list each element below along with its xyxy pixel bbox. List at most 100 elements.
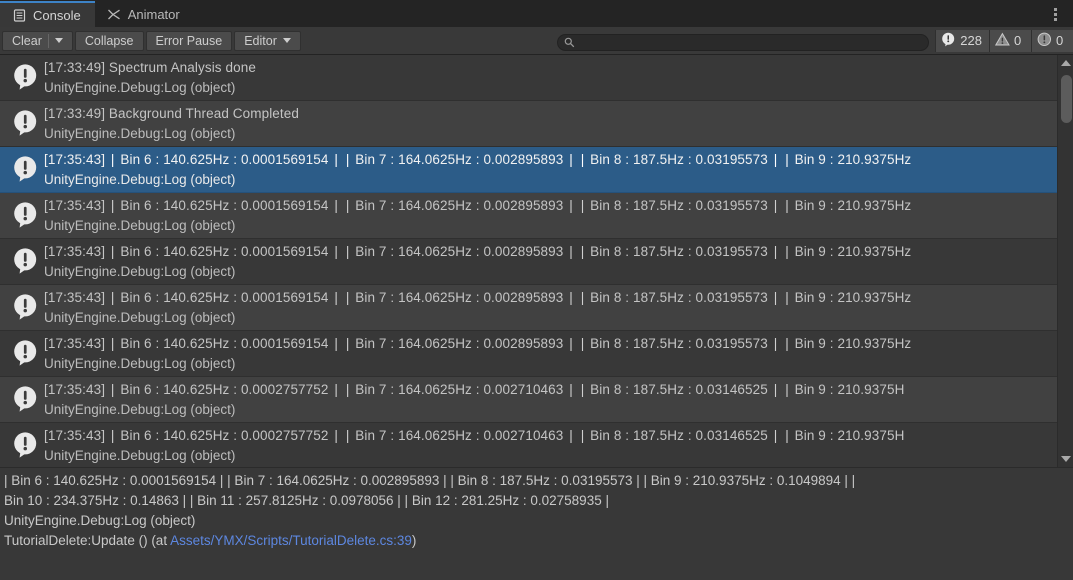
segment-divider: |: [569, 428, 577, 443]
log-row-segment: Bin 7 : 164.0625Hz : 0.002895893: [351, 198, 568, 213]
editor-dropdown-label: Editor: [244, 33, 277, 48]
log-row-stack: UnityEngine.Debug:Log (object): [44, 356, 236, 371]
segment-divider: |: [110, 290, 115, 305]
log-row-segment: Bin 9 : 210.9375Hz: [790, 244, 912, 259]
log-row-segment: Bin 7 : 164.0625Hz : 0.002895893: [351, 336, 568, 351]
clear-button-label: Clear: [12, 33, 42, 48]
segment-divider: |: [569, 336, 577, 351]
log-row-message: [17:35:43] | Bin 6 : 140.625Hz : 0.00015…: [44, 196, 1057, 216]
log-row-timestamp: [17:35:43]: [44, 428, 109, 443]
segment-divider: |: [334, 290, 342, 305]
log-detail-panel[interactable]: | Bin 6 : 140.625Hz : 0.0001569154 | | B…: [0, 467, 1073, 580]
log-row-stack: UnityEngine.Debug:Log (object): [44, 218, 236, 233]
segment-divider: |: [334, 198, 342, 213]
log-row[interactable]: [17:35:43] | Bin 6 : 140.625Hz : 0.00015…: [0, 239, 1057, 285]
log-row[interactable]: [17:35:43] | Bin 6 : 140.625Hz : 0.00027…: [0, 377, 1057, 423]
log-row-stack: UnityEngine.Debug:Log (object): [44, 310, 236, 325]
segment-divider: |: [785, 244, 789, 259]
warning-count-badge[interactable]: 0: [989, 29, 1031, 52]
chevron-down-icon[interactable]: [282, 38, 291, 43]
detail-source-line: TutorialDelete:Update () (at Assets/YMX/…: [4, 531, 1067, 551]
segment-divider: |: [569, 198, 577, 213]
segment-divider: |: [110, 244, 115, 259]
log-row-text: Spectrum Analysis done: [108, 60, 256, 75]
segment-divider: |: [334, 244, 342, 259]
log-bubble-icon: [12, 339, 40, 367]
error-count-badge[interactable]: 0: [1031, 29, 1073, 52]
log-row-segment: Bin 9 : 210.9375Hz: [790, 198, 912, 213]
collapse-button[interactable]: Collapse: [74, 30, 144, 51]
log-row-segment: Bin 7 : 164.0625Hz : 0.002895893: [351, 152, 568, 167]
tab-animator[interactable]: Animator: [95, 1, 194, 27]
log-list-area: [17:33:49] Spectrum Analysis done UnityEn…: [0, 55, 1073, 467]
log-row-stack: UnityEngine.Debug:Log (object): [44, 126, 236, 141]
error-count-value: 0: [1056, 33, 1064, 48]
scroll-up-arrow-icon[interactable]: [1058, 56, 1073, 70]
log-row[interactable]: [17:35:43] | Bin 6 : 140.625Hz : 0.00015…: [0, 193, 1057, 239]
log-row-message: [17:35:43] | Bin 6 : 140.625Hz : 0.00015…: [44, 334, 1057, 354]
log-row-message: [17:35:43] | Bin 6 : 140.625Hz : 0.00027…: [44, 426, 1057, 446]
log-row-segment: Bin 9 : 210.9375H: [790, 382, 905, 397]
detail-source-link[interactable]: Assets/YMX/Scripts/TutorialDelete.cs:39: [170, 533, 412, 548]
log-list-scrollbar[interactable]: [1057, 55, 1073, 467]
scrollbar-thumb[interactable]: [1061, 75, 1072, 123]
segment-divider: |: [773, 382, 782, 397]
log-list[interactable]: [17:33:49] Spectrum Analysis done UnityEn…: [0, 55, 1057, 467]
tab-console[interactable]: Console: [0, 1, 95, 27]
clear-button[interactable]: Clear: [2, 30, 73, 51]
log-row[interactable]: [17:33:49] Background Thread Completed Un…: [0, 101, 1057, 147]
vertical-ellipsis-icon[interactable]: [1047, 4, 1063, 24]
segment-divider: |: [110, 336, 115, 351]
error-circle-icon: [1037, 32, 1052, 50]
segment-divider: |: [773, 336, 782, 351]
log-row-segment: Bin 8 : 187.5Hz : 0.03146525: [586, 428, 772, 443]
log-row[interactable]: [17:33:49] Spectrum Analysis done UnityEn…: [0, 55, 1057, 101]
segment-divider: |: [785, 198, 789, 213]
log-row-segment: Bin 8 : 187.5Hz : 0.03195573: [586, 336, 772, 351]
log-row-segment: Bin 8 : 187.5Hz : 0.03195573: [586, 152, 772, 167]
animator-icon: [107, 7, 121, 21]
log-row-segment: Bin 8 : 187.5Hz : 0.03195573: [586, 198, 772, 213]
log-row-segment: Bin 9 : 210.9375Hz: [790, 290, 912, 305]
log-count-badge[interactable]: 228: [935, 29, 989, 52]
error-pause-button-label: Error Pause: [155, 33, 223, 48]
chevron-down-icon[interactable]: [54, 38, 63, 43]
log-row-stack: UnityEngine.Debug:Log (object): [44, 448, 236, 463]
detail-line-2: Bin 10 : 234.375Hz : 0.14863 | | Bin 11 …: [4, 493, 609, 508]
log-row-segment: Bin 6 : 140.625Hz : 0.0001569154: [116, 290, 333, 305]
log-row[interactable]: [17:35:43] | Bin 6 : 140.625Hz : 0.00015…: [0, 331, 1057, 377]
log-row-text: Background Thread Completed: [108, 106, 299, 121]
log-row-message: [17:33:49] Background Thread Completed: [44, 104, 1057, 124]
segment-divider: |: [773, 152, 782, 167]
segment-divider: |: [773, 428, 782, 443]
log-row-segment: Bin 8 : 187.5Hz : 0.03146525: [586, 382, 772, 397]
segment-divider: |: [785, 382, 789, 397]
log-row-segment: Bin 9 : 210.9375Hz: [790, 152, 912, 167]
segment-divider: |: [773, 290, 782, 305]
segment-divider: |: [569, 244, 577, 259]
log-row-segment: Bin 6 : 140.625Hz : 0.0001569154: [116, 244, 333, 259]
clear-separator: [47, 33, 49, 48]
log-row-segment: Bin 6 : 140.625Hz : 0.0001569154: [116, 198, 333, 213]
scroll-down-arrow-icon[interactable]: [1058, 452, 1073, 466]
tab-console-label: Console: [33, 7, 81, 23]
log-bubble-icon: [12, 109, 40, 137]
log-row-message: [17:33:49] Spectrum Analysis done: [44, 58, 1057, 78]
search-input[interactable]: [557, 33, 930, 51]
unity-console-window: Console Animator Clear Collapse Error Pa…: [0, 0, 1073, 580]
log-row[interactable]: [17:35:43] | Bin 6 : 140.625Hz : 0.00015…: [0, 285, 1057, 331]
segment-divider: |: [569, 290, 577, 305]
log-row-segment: Bin 6 : 140.625Hz : 0.0002757752: [116, 382, 333, 397]
segment-divider: |: [785, 428, 789, 443]
log-row[interactable]: [17:35:43] | Bin 6 : 140.625Hz : 0.00027…: [0, 423, 1057, 467]
editor-dropdown-button[interactable]: Editor: [234, 30, 301, 51]
warning-triangle-icon: [994, 32, 1010, 50]
error-pause-button[interactable]: Error Pause: [145, 30, 233, 51]
log-row[interactable]: [17:35:43] | Bin 6 : 140.625Hz : 0.00015…: [0, 147, 1057, 193]
tab-bar: Console Animator: [0, 0, 1073, 27]
log-row-timestamp: [17:35:43]: [44, 152, 109, 167]
segment-divider: |: [110, 198, 115, 213]
log-row-timestamp: [17:33:49]: [44, 60, 109, 75]
log-row-segment: Bin 7 : 164.0625Hz : 0.002895893: [351, 244, 568, 259]
segment-divider: |: [569, 152, 577, 167]
